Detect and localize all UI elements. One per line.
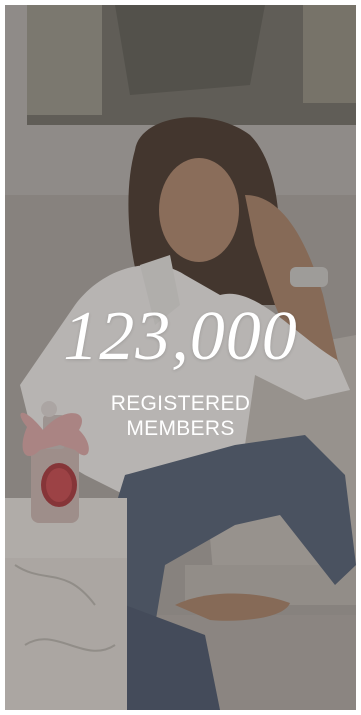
member-label: REGISTERED MEMBERS [110, 392, 251, 440]
member-stat-card[interactable]: 123,000 REGISTERED MEMBERS [5, 5, 356, 710]
member-count: 123,000 [63, 298, 298, 375]
member-stat: 123,000 REGISTERED MEMBERS [5, 297, 356, 441]
